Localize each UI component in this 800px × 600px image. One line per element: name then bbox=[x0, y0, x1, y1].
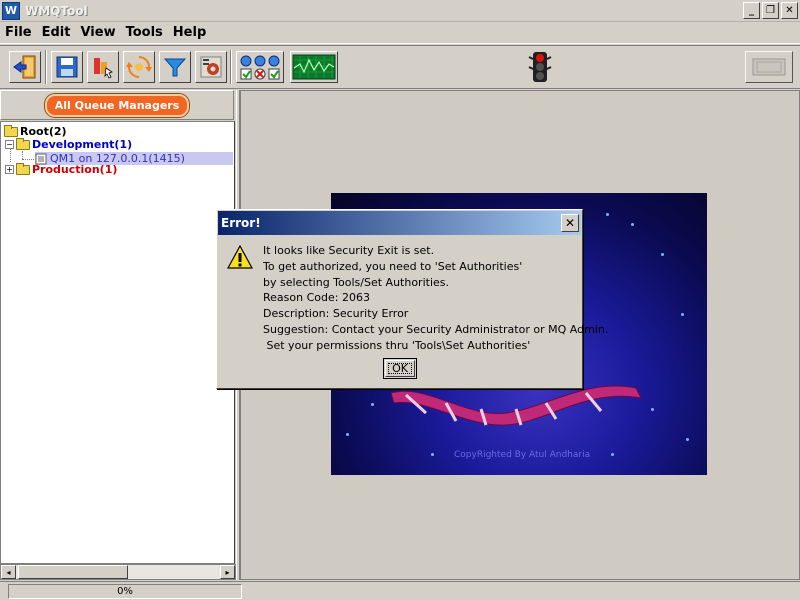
menu-tools[interactable]: Tools bbox=[121, 25, 168, 40]
minimize-button[interactable]: _ bbox=[743, 2, 760, 19]
scroll-right-button[interactable]: ▸ bbox=[220, 565, 235, 579]
folder-closed-icon bbox=[16, 162, 30, 175]
status-lights-icon bbox=[240, 55, 280, 80]
settings-icon bbox=[200, 56, 222, 78]
queue-manager-button[interactable] bbox=[87, 51, 119, 83]
menu-file[interactable]: File bbox=[0, 25, 37, 40]
app-icon: W bbox=[2, 1, 20, 20]
folder-open-icon bbox=[16, 137, 30, 150]
monitor-icon bbox=[292, 54, 336, 80]
queue-manager-icon bbox=[94, 58, 113, 79]
error-dialog: Error! ✕ It looks like Security Exit is … bbox=[216, 209, 609, 389]
scroll-left-button[interactable]: ◂ bbox=[1, 565, 16, 579]
toolbar bbox=[0, 45, 800, 89]
dialog-line: Reason Code: 2063 bbox=[263, 291, 370, 305]
title-bar: W WMQTool _ ❐ ✕ bbox=[0, 0, 800, 22]
window-controls: _ ❐ ✕ bbox=[743, 2, 798, 19]
filter-icon bbox=[163, 58, 187, 77]
traffic-light-icon bbox=[528, 52, 552, 82]
tree-development[interactable]: − Development(1) bbox=[5, 137, 133, 151]
dialog-close-button[interactable]: ✕ bbox=[561, 214, 579, 232]
dialog-line: by selecting Tools/Set Authorities. bbox=[263, 275, 449, 289]
exit-button[interactable] bbox=[9, 51, 41, 83]
save-icon bbox=[56, 56, 78, 78]
folder-open-icon bbox=[4, 124, 18, 137]
tree-root-label: Root(2) bbox=[20, 125, 67, 138]
tree-production[interactable]: + Production(1) bbox=[5, 162, 118, 176]
warning-icon bbox=[227, 244, 253, 269]
save-button[interactable] bbox=[51, 51, 83, 83]
expand-icon[interactable]: + bbox=[5, 165, 14, 174]
progress-bar: 0% bbox=[8, 584, 242, 599]
tree-production-label: Production(1) bbox=[32, 163, 118, 176]
tree-horizontal-scrollbar[interactable]: ◂ ▸ bbox=[0, 564, 236, 580]
dialog-line: Description: Security Error bbox=[263, 307, 409, 321]
menu-edit[interactable]: Edit bbox=[37, 25, 76, 40]
copyright-text: CopyRighted By Atul Andharia bbox=[454, 450, 591, 460]
menu-view[interactable]: View bbox=[75, 25, 120, 40]
restore-button[interactable]: ❐ bbox=[762, 2, 779, 19]
refresh-icon bbox=[126, 56, 152, 78]
close-window-button[interactable]: ✕ bbox=[781, 2, 798, 19]
window-title: WMQTool bbox=[25, 3, 88, 18]
panel-icon bbox=[752, 58, 786, 76]
dialog-message: It looks like Security Exit is set. To g… bbox=[263, 243, 609, 354]
menu-help[interactable]: Help bbox=[168, 25, 211, 40]
tree-root[interactable]: Root(2) bbox=[4, 124, 67, 138]
ok-button[interactable]: OK bbox=[383, 358, 417, 379]
settings-button[interactable] bbox=[195, 51, 227, 83]
ok-button-label: OK bbox=[385, 360, 415, 377]
dialog-line: To get authorized, you need to 'Set Auth… bbox=[263, 259, 523, 273]
traffic-light bbox=[528, 51, 552, 85]
all-queue-managers-button[interactable]: All Queue Managers bbox=[44, 93, 190, 117]
status-bar: 0% bbox=[0, 581, 800, 600]
queue-manager-tree: Root(2) − Development(1) QM1 on 127.0.0.… bbox=[0, 121, 235, 564]
scroll-thumb[interactable] bbox=[18, 565, 128, 579]
dialog-title: Error! bbox=[221, 216, 261, 230]
dialog-line: It looks like Security Exit is set. bbox=[263, 244, 435, 257]
left-pane: All Queue Managers Root(2) − Development… bbox=[0, 90, 236, 580]
all-queue-managers-bar: All Queue Managers bbox=[0, 90, 234, 120]
disabled-toolbar-button[interactable] bbox=[745, 51, 793, 83]
refresh-button[interactable] bbox=[123, 51, 155, 83]
menu-bar: File Edit View Tools Help bbox=[0, 22, 800, 44]
dialog-line: Suggestion: Contact your Security Admini… bbox=[263, 322, 609, 336]
status-lights-button[interactable] bbox=[236, 51, 284, 83]
dialog-line: Set your permissions thru 'Tools\Set Aut… bbox=[263, 338, 531, 352]
tree-development-label: Development(1) bbox=[32, 138, 133, 151]
monitor-button[interactable] bbox=[290, 51, 338, 83]
filter-button[interactable] bbox=[159, 51, 191, 83]
dialog-title-bar[interactable]: Error! ✕ bbox=[218, 211, 581, 235]
progress-text: 0% bbox=[117, 586, 133, 597]
exit-icon bbox=[13, 55, 36, 79]
